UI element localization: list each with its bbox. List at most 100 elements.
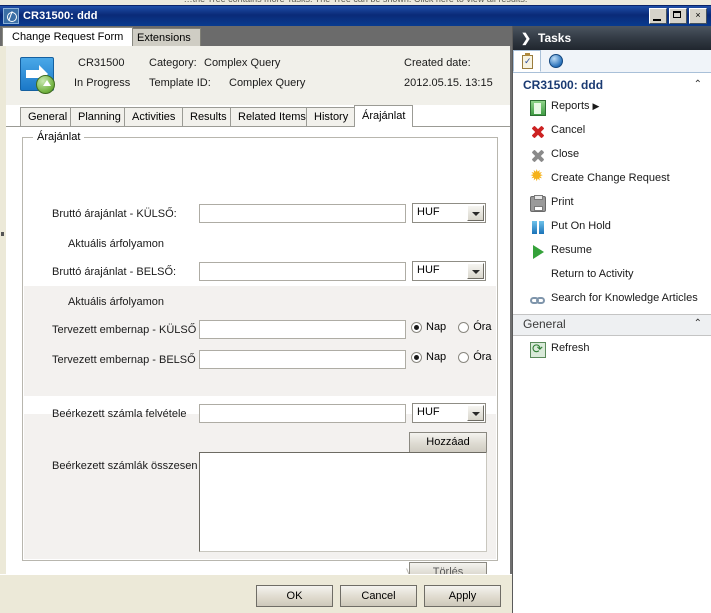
chevron-down-icon[interactable] bbox=[467, 205, 484, 221]
clipboard-icon bbox=[522, 53, 533, 69]
radio-ora-kulso-label: Óra bbox=[473, 321, 492, 333]
note-aktualis-arfolyamon-belso: Aktuális árfolyamon bbox=[68, 296, 164, 308]
label-embernap-belso: Tervezett embernap - BELSŐ bbox=[52, 354, 196, 366]
submenu-arrow-icon: ▶ bbox=[592, 101, 600, 111]
input-brutto-kulso[interactable] bbox=[199, 204, 406, 223]
maximize-button[interactable] bbox=[669, 8, 687, 24]
close-x-grey-icon bbox=[530, 148, 546, 164]
textarea-szamlak-osszesen[interactable] bbox=[199, 452, 487, 552]
input-szamla-felvetele[interactable] bbox=[199, 404, 406, 423]
chevron-right-icon[interactable]: ❯ bbox=[521, 26, 531, 50]
summary-category-label: Category: bbox=[149, 57, 197, 69]
radio-nap-kulso-label: Nap bbox=[426, 321, 447, 333]
tasks-pane-header: ❯ Tasks bbox=[513, 26, 711, 50]
task-item-label: Reports ▶ bbox=[551, 100, 600, 112]
unit-radiogroup-belso: Nap Óra bbox=[411, 351, 500, 363]
input-embernap-belso[interactable] bbox=[199, 350, 406, 369]
radio-nap-belso[interactable] bbox=[411, 351, 422, 363]
tasks-pane-tabs bbox=[513, 50, 711, 73]
radio-ora-kulso[interactable] bbox=[458, 321, 470, 333]
summary-record-id: CR31500 bbox=[78, 57, 125, 69]
task-item-search-knowledge-articles[interactable]: Search for Knowledge Articles bbox=[513, 288, 711, 312]
tab-change-request-form[interactable]: Change Request Form bbox=[2, 27, 134, 46]
task-item-reports[interactable]: Reports ▶ bbox=[513, 96, 711, 120]
task-item-label: Close bbox=[551, 148, 580, 160]
currency-select-brutto-kulso[interactable]: HUF bbox=[412, 203, 486, 223]
summary-category-value: Complex Query bbox=[204, 57, 281, 69]
radio-nap-kulso[interactable] bbox=[411, 321, 422, 333]
task-item-refresh[interactable]: Refresh bbox=[513, 338, 711, 362]
tasks-section-title-general: General bbox=[523, 317, 566, 331]
task-item-print[interactable]: Print bbox=[513, 192, 711, 216]
pause-icon bbox=[530, 220, 546, 236]
clipped-banner-label: …the Tree contains more Tasks. The Tree … bbox=[0, 0, 711, 4]
label-szamla-felvetele: Beérkezett számla felvétele bbox=[52, 408, 187, 420]
task-item-close[interactable]: Close bbox=[513, 144, 711, 168]
input-embernap-kulso[interactable] bbox=[199, 320, 406, 339]
radio-nap-belso-label: Nap bbox=[426, 351, 447, 363]
change-request-icon bbox=[20, 57, 58, 95]
collapse-section-record-icon[interactable]: ⌃ bbox=[694, 79, 702, 90]
ok-button[interactable]: OK bbox=[256, 585, 333, 607]
task-item-put-on-hold[interactable]: Put On Hold bbox=[513, 216, 711, 240]
tab-related-items[interactable]: Related Items bbox=[230, 107, 314, 126]
currency-select-brutto-belso[interactable]: HUF bbox=[412, 261, 486, 281]
add-button[interactable]: Hozzáad bbox=[409, 432, 487, 453]
collapse-section-general-icon[interactable]: ⌃ bbox=[694, 318, 702, 329]
summary-created-value: 2012.05.15. 13:15 bbox=[404, 77, 493, 89]
tab-activities[interactable]: Activities bbox=[124, 107, 184, 126]
record-summary-header: CR31500 In Progress Category: Complex Qu… bbox=[6, 46, 510, 106]
tasks-pane-title: Tasks bbox=[538, 31, 572, 45]
tab-planning[interactable]: Planning bbox=[70, 107, 129, 126]
radio-ora-belso[interactable] bbox=[458, 351, 470, 363]
link-icon bbox=[530, 292, 546, 308]
label-brutto-kulso: Bruttó árajánlat - KÜLSŐ: bbox=[52, 208, 177, 220]
tasks-section-title-record: CR31500: ddd bbox=[523, 78, 604, 92]
section-divider bbox=[513, 335, 711, 336]
label-brutto-belso: Bruttó árajánlat - BELSŐ: bbox=[52, 266, 177, 278]
inner-tabstrip: General Planning Activities Results Rela… bbox=[6, 105, 510, 127]
apply-button[interactable]: Apply bbox=[424, 585, 501, 607]
close-icon[interactable]: × bbox=[689, 8, 707, 24]
radio-ora-belso-label: Óra bbox=[473, 351, 492, 363]
left-scroll-thumb[interactable] bbox=[1, 232, 4, 236]
task-item-label: Refresh bbox=[551, 342, 590, 354]
summary-template-value: Complex Query bbox=[229, 77, 306, 89]
report-icon bbox=[530, 100, 546, 116]
arajanlat-groupbox: Árajánlat Bruttó árajánlat - KÜLSŐ: HUF … bbox=[22, 131, 500, 574]
task-item-label: Put On Hold bbox=[551, 220, 611, 232]
task-item-resume[interactable]: Resume bbox=[513, 240, 711, 264]
input-brutto-belso[interactable] bbox=[199, 262, 406, 281]
currency-value-brutto-kulso: HUF bbox=[417, 206, 440, 218]
tasks-tab-globe[interactable] bbox=[543, 50, 571, 72]
tab-general[interactable]: General bbox=[20, 107, 76, 126]
unit-radiogroup-kulso: Nap Óra bbox=[411, 321, 500, 333]
tab-extensions[interactable]: Extensions bbox=[127, 28, 201, 46]
cancel-button[interactable]: Cancel bbox=[340, 585, 417, 607]
currency-select-szamla[interactable]: HUF bbox=[412, 403, 486, 423]
label-szamlak-osszesen: Beérkezett számlák összesen bbox=[52, 460, 198, 472]
task-item-label: Search for Knowledge Articles bbox=[551, 292, 698, 304]
tab-results[interactable]: Results bbox=[182, 107, 235, 126]
minimize-button[interactable] bbox=[649, 8, 667, 24]
window-controls: × bbox=[649, 8, 707, 24]
window-title: CR31500: ddd bbox=[23, 10, 98, 22]
tab-arajanlat[interactable]: Árajánlat bbox=[354, 105, 414, 127]
task-item-cancel[interactable]: Cancel bbox=[513, 120, 711, 144]
chevron-down-icon[interactable] bbox=[467, 405, 484, 421]
dialog-window: CR31500: ddd × Change Request Form Exten… bbox=[0, 5, 711, 613]
task-item-return-to-activity[interactable]: Return to Activity bbox=[513, 264, 711, 288]
tasks-tab-clipboard[interactable] bbox=[513, 50, 541, 72]
dialog-button-bar: OK Cancel Apply bbox=[0, 574, 512, 613]
globe-icon bbox=[549, 54, 563, 68]
chevron-down-icon[interactable] bbox=[467, 263, 484, 279]
task-item-label: Create Change Request bbox=[551, 172, 670, 184]
task-item-create-change-request[interactable]: Create Change Request bbox=[513, 168, 711, 192]
window-titlebar: CR31500: ddd × bbox=[0, 6, 711, 26]
summary-status: In Progress bbox=[74, 77, 131, 89]
currency-value-brutto-belso: HUF bbox=[417, 264, 440, 276]
app-icon bbox=[3, 8, 19, 24]
summary-created-label: Created date: bbox=[404, 57, 471, 69]
delete-button[interactable]: Törlés bbox=[409, 562, 487, 574]
tab-history[interactable]: History bbox=[306, 107, 357, 126]
